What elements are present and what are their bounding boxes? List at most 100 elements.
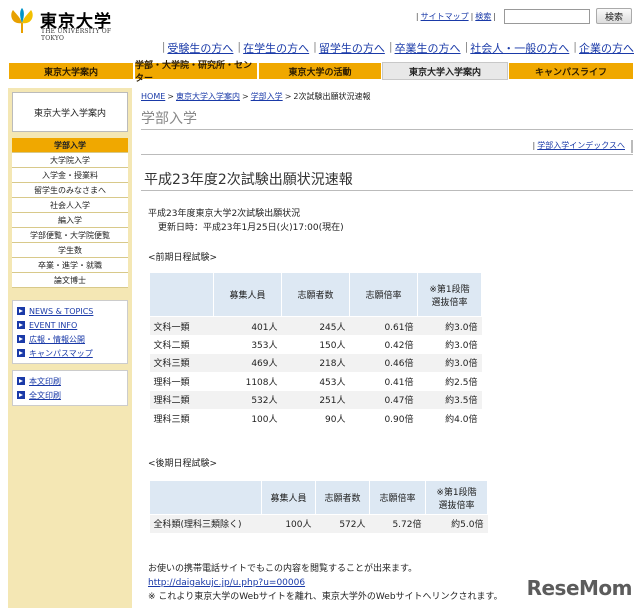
sidebar-print-links: 本文印刷 全文印刷: [12, 370, 128, 406]
sidebar-item-international[interactable]: 留学生のみなさまへ: [12, 183, 128, 198]
table-cell: 約4.0倍: [417, 409, 482, 428]
sidebar-item-graduate[interactable]: 大学院入学: [12, 153, 128, 168]
column-header: 募集人員: [261, 480, 316, 515]
column-header: [149, 272, 214, 317]
breadcrumb-current: 2次試験出願状況速報: [293, 92, 371, 101]
audience-link-alumni[interactable]: 卒業生の方へ: [395, 40, 461, 56]
print-all-link[interactable]: 全文印刷: [29, 390, 61, 401]
row-label: 文科一類: [149, 316, 214, 335]
sidebar-item-fees[interactable]: 入学金・授業料: [12, 168, 128, 183]
sidebar-title[interactable]: 東京大学入学案内: [12, 92, 128, 132]
status-block: 平成23年度東京大学2次試験出願状況 更新日時：平成23年1月25日(火)17:…: [148, 207, 344, 235]
table-cell: 0.90倍: [349, 409, 418, 428]
utility-links: | サイトマップ | 検索 |: [415, 11, 496, 21]
table-cell: 0.46倍: [349, 353, 418, 372]
nav-tab-faculties[interactable]: 学部・大学院・研究所・センター: [134, 61, 258, 84]
updated-timestamp: 更新日時：平成23年1月25日(火)17:00(現在): [158, 223, 344, 233]
table-cell: 401人: [213, 316, 282, 335]
search-input[interactable]: [504, 8, 590, 24]
table-cell: 532人: [213, 390, 282, 409]
table-row: 理科三類 100人 90人 0.90倍 約4.0倍: [149, 409, 482, 428]
table-row: 文科三類 469人 218人 0.46倍 約3.0倍: [149, 353, 482, 372]
table-row: 理科二類 532人 251人 0.47倍 約3.5倍: [149, 390, 482, 409]
sidebar-link-pr[interactable]: 広報・情報公開: [29, 334, 85, 345]
divider: [141, 154, 633, 155]
sidebar-item-enrollment[interactable]: 学生数: [12, 243, 128, 258]
table-cell: 218人: [281, 353, 350, 372]
university-logo[interactable]: 東京大学 THE UNIVERSITY OF TOKYO: [8, 4, 128, 42]
page-heading: 学部入学: [141, 111, 197, 127]
arrow-bullet-icon: [17, 335, 25, 343]
table-cell: 約3.0倍: [417, 335, 482, 354]
sitemap-link[interactable]: サイトマップ: [421, 12, 469, 21]
table-cell: 5.72倍: [369, 514, 426, 533]
audience-link-international[interactable]: 留学生の方へ: [319, 40, 385, 56]
table-row: 全科類(理科三類除く) 100人 572人 5.72倍 約5.0倍: [149, 514, 488, 533]
notes-block: お使いの携帯電話サイトでもこの内容を閲覧することが出来ます。 http://da…: [148, 562, 503, 604]
table-cell: 0.47倍: [349, 390, 418, 409]
table-cell: 約2.5倍: [417, 372, 482, 391]
mobile-site-link[interactable]: http://daigakujc.jp/u.php?u=00006: [148, 578, 305, 588]
status-title: 平成23年度東京大学2次試験出願状況: [148, 209, 301, 219]
audience-link-applicants[interactable]: 受験生の方へ: [167, 40, 233, 56]
sidebar: 東京大学入学案内 学部入学 大学院入学 入学金・授業料 留学生のみなさまへ 社会…: [8, 88, 132, 608]
index-link-row: | 学部入学インデックスへ: [141, 140, 633, 153]
table-cell: 353人: [213, 335, 282, 354]
print-body-link[interactable]: 本文印刷: [29, 376, 61, 387]
watermark-logo: ReseMom: [527, 576, 633, 600]
arrow-bullet-icon: [17, 377, 25, 385]
column-header: 志願倍率: [369, 480, 426, 515]
column-header: 募集人員: [213, 272, 282, 317]
audience-link-public[interactable]: 社会人・一般の方へ: [470, 40, 569, 56]
main-nav: 東京大学案内 学部・大学院・研究所・センター 東京大学の活動 東京大学入学案内 …: [8, 61, 634, 84]
search-button[interactable]: 検索: [596, 8, 632, 24]
column-header: 志願倍率: [349, 272, 418, 317]
sidebar-item-career[interactable]: 卒業・進学・就職: [12, 258, 128, 273]
sidebar-item-doctorate[interactable]: 論文博士: [12, 273, 128, 288]
sidebar-item-transfer[interactable]: 編入学: [12, 213, 128, 228]
sidebar-link-news[interactable]: NEWS & TOPICS: [29, 307, 93, 316]
audience-link-students[interactable]: 在学生の方へ: [243, 40, 309, 56]
arrow-bullet-icon: [17, 321, 25, 329]
first-round-label: <前期日程試験>: [148, 253, 218, 263]
sidebar-menu: 学部入学 大学院入学 入学金・授業料 留学生のみなさまへ 社会人入学 編入学 学…: [12, 138, 128, 288]
column-header: [149, 480, 262, 515]
sidebar-item-adult[interactable]: 社会人入学: [12, 198, 128, 213]
breadcrumb-undergrad[interactable]: 学部入学: [251, 92, 283, 101]
nav-tab-admissions[interactable]: 東京大学入学案内: [382, 62, 508, 80]
table-cell: 245人: [281, 316, 350, 335]
sidebar-item-undergrad[interactable]: 学部入学: [12, 138, 128, 153]
breadcrumb: HOME > 東京大学入学案内 > 学部入学 >2次試験出願状況速報: [141, 92, 371, 101]
table-cell: 0.61倍: [349, 316, 418, 335]
breadcrumb-home[interactable]: HOME: [141, 92, 165, 101]
arrow-bullet-icon: [17, 307, 25, 315]
column-header: 志願者数: [315, 480, 370, 515]
row-label: 理科三類: [149, 409, 214, 428]
audience-links: | 受験生の方へ | 在学生の方へ | 留学生の方へ | 卒業生の方へ | 社会人・一般の…: [161, 40, 634, 56]
sidebar-link-campus-map[interactable]: キャンパスマップ: [29, 348, 93, 359]
table-cell: 約3.0倍: [417, 353, 482, 372]
arrow-bullet-icon: [17, 391, 25, 399]
search-link[interactable]: 検索: [475, 12, 491, 21]
table-cell: 572人: [315, 514, 370, 533]
sidebar-item-handbook[interactable]: 学部便覧・大学院便覧: [12, 228, 128, 243]
column-header: ※第1段階 選抜倍率: [425, 480, 488, 515]
row-label: 理科一類: [149, 372, 214, 391]
table-cell: 約5.0倍: [425, 514, 488, 533]
row-label: 理科二類: [149, 390, 214, 409]
table-cell: 0.42倍: [349, 335, 418, 354]
undergrad-index-link[interactable]: 学部入学インデックスへ: [537, 141, 625, 150]
table-cell: 1108人: [213, 372, 282, 391]
utility-bar: | サイトマップ | 検索 | 検索: [414, 8, 632, 24]
table-cell: 約3.0倍: [417, 316, 482, 335]
breadcrumb-admissions[interactable]: 東京大学入学案内: [176, 92, 240, 101]
nav-tab-about[interactable]: 東京大学案内: [8, 62, 134, 80]
nav-tab-activities[interactable]: 東京大学の活動: [258, 62, 382, 80]
nav-tab-campus-life[interactable]: キャンパスライフ: [508, 62, 634, 80]
table-cell: 90人: [281, 409, 350, 428]
audience-link-companies[interactable]: 企業の方へ: [579, 40, 634, 56]
sidebar-links: NEWS & TOPICS EVENT INFO 広報・情報公開 キャンパスマッ…: [12, 300, 128, 364]
ginkgo-logo-icon: [11, 8, 33, 33]
table-row: 文科一類 401人 245人 0.61倍 約3.0倍: [149, 316, 482, 335]
sidebar-link-events[interactable]: EVENT INFO: [29, 321, 77, 330]
